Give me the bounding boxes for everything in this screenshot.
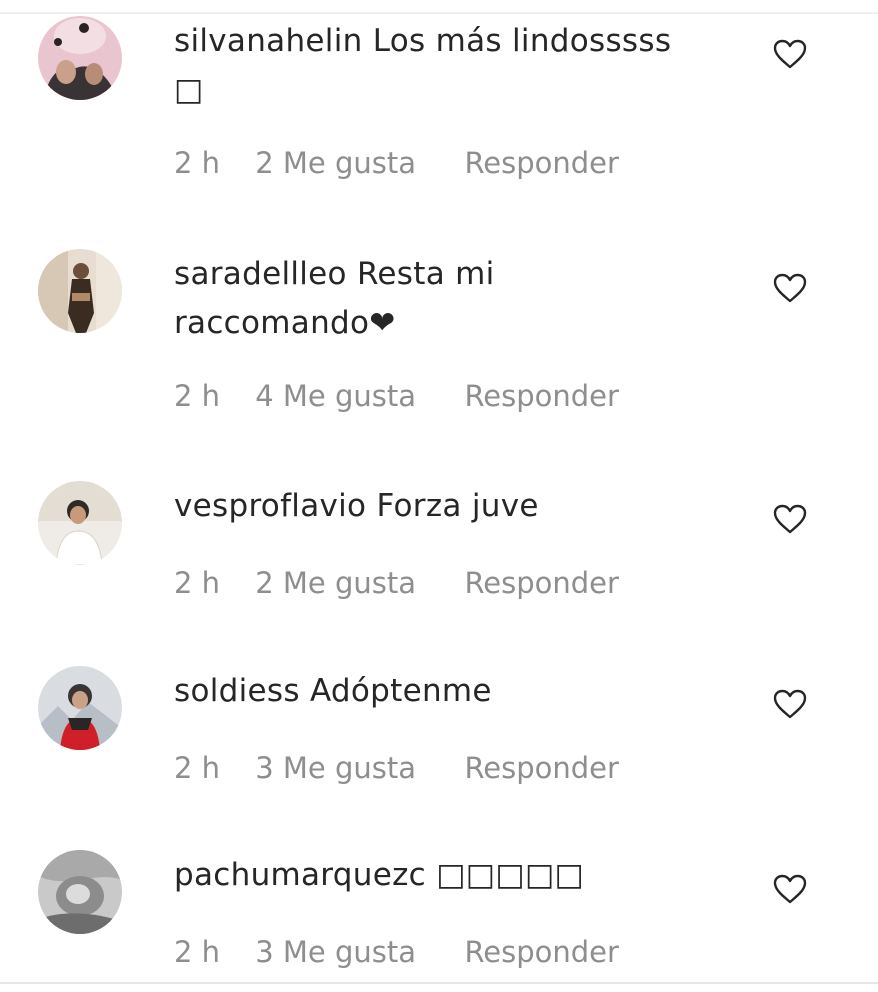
heart-outline-icon[interactable]	[773, 39, 807, 69]
comment-body-line2: raccomando❤	[174, 305, 396, 341]
comment-username[interactable]: soldiess	[174, 673, 300, 709]
comment-meta: 2 h 3 Me gusta Responder	[174, 935, 619, 969]
bottom-divider	[0, 982, 878, 984]
comment-meta: 2 h 2 Me gusta Responder	[174, 566, 619, 600]
avatar[interactable]	[38, 850, 122, 934]
reply-button[interactable]: Responder	[464, 379, 619, 413]
comment-meta: 2 h 3 Me gusta Responder	[174, 751, 619, 785]
reply-button[interactable]: Responder	[464, 935, 619, 969]
comment-likes[interactable]: 4 Me gusta	[255, 379, 455, 413]
comment-time[interactable]: 2 h	[174, 379, 246, 413]
comment-text: saradellleo Resta mi raccomando❤	[174, 250, 734, 348]
heart-outline-icon[interactable]	[773, 874, 807, 904]
comment-username[interactable]: saradellleo	[174, 256, 347, 292]
comment-text: soldiess Adóptenme	[174, 667, 734, 716]
avatar[interactable]	[38, 481, 122, 565]
comment-time[interactable]: 2 h	[174, 751, 246, 785]
avatar[interactable]	[38, 249, 122, 333]
comment-meta: 2 h 2 Me gusta Responder	[174, 146, 619, 180]
comment-meta: 2 h 4 Me gusta Responder	[174, 379, 619, 413]
reply-button[interactable]: Responder	[464, 566, 619, 600]
heart-outline-icon[interactable]	[773, 273, 807, 303]
top-divider	[0, 12, 878, 14]
reply-button[interactable]: Responder	[464, 751, 619, 785]
comment-time[interactable]: 2 h	[174, 566, 246, 600]
comment-body: Forza juve	[376, 488, 539, 524]
comment-likes[interactable]: 2 Me gusta	[255, 566, 455, 600]
comment-text: pachumarquezc □□□□□	[174, 851, 734, 900]
comment-username[interactable]: pachumarquezc	[174, 857, 426, 893]
comment-likes[interactable]: 3 Me gusta	[255, 935, 455, 969]
comment-body: □□□□□	[436, 857, 585, 893]
comment-likes[interactable]: 3 Me gusta	[255, 751, 455, 785]
comment-username[interactable]: silvanahelin	[174, 23, 363, 59]
comment-username[interactable]: vesproflavio	[174, 488, 366, 524]
comment-time[interactable]: 2 h	[174, 935, 246, 969]
avatar[interactable]	[38, 666, 122, 750]
comment-body-line2: □	[174, 72, 204, 108]
comment-text: vesproflavio Forza juve	[174, 482, 734, 531]
comment-body: Resta mi	[356, 256, 495, 292]
comment-likes[interactable]: 2 Me gusta	[255, 146, 455, 180]
reply-button[interactable]: Responder	[464, 146, 619, 180]
avatar[interactable]	[38, 16, 122, 100]
comment-body: Los más lindosssss	[372, 23, 672, 59]
heart-outline-icon[interactable]	[773, 689, 807, 719]
comment-text: silvanahelin Los más lindosssss □	[174, 17, 734, 115]
comment-body: Adóptenme	[309, 673, 492, 709]
comment-time[interactable]: 2 h	[174, 146, 246, 180]
heart-outline-icon[interactable]	[773, 504, 807, 534]
